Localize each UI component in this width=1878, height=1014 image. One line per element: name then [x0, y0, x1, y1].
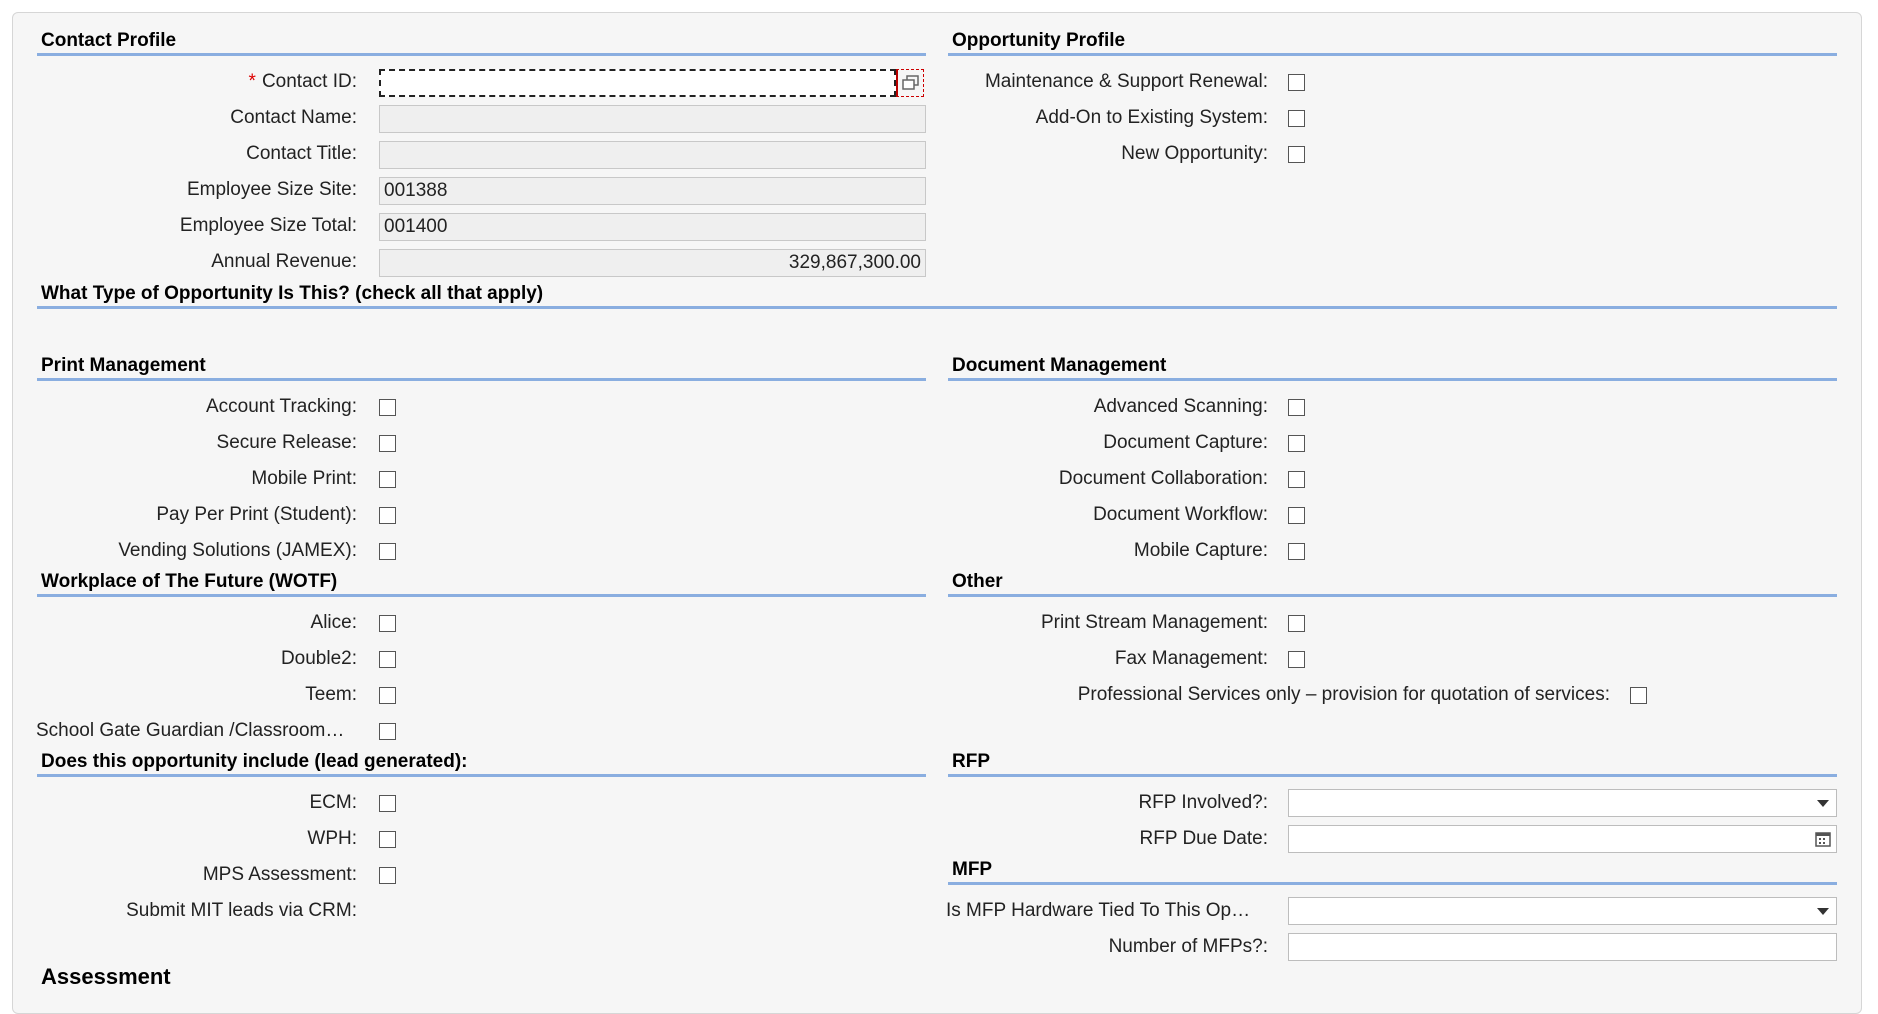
number-of-mfps-input[interactable]: [1288, 933, 1837, 961]
mfp-divider: [948, 882, 1837, 885]
fax-management-checkbox[interactable]: [1288, 651, 1305, 668]
other-title: Other: [952, 571, 1003, 592]
document-management-title: Document Management: [952, 355, 1167, 376]
mobile-capture-checkbox[interactable]: [1288, 543, 1305, 560]
value-help-button[interactable]: [896, 69, 924, 97]
rfp-involved-select[interactable]: [1288, 789, 1837, 817]
document-management-divider: [948, 378, 1837, 381]
double2-checkbox[interactable]: [379, 651, 396, 668]
wotf-divider: [37, 594, 926, 597]
mps-assessment-checkbox[interactable]: [379, 867, 396, 884]
document-capture-label: Document Capture:: [1103, 432, 1268, 453]
print-management-title: Print Management: [41, 355, 206, 376]
document-capture-checkbox[interactable]: [1288, 435, 1305, 452]
contact-profile-title: Contact Profile: [41, 30, 177, 51]
new-opportunity-label: New Opportunity:: [1121, 143, 1268, 164]
professional-services-label: Professional Services only – provision f…: [1077, 684, 1610, 705]
other-divider: [948, 594, 1837, 597]
print-management-divider: [37, 378, 926, 381]
opportunity-type-divider: [37, 306, 1837, 309]
lead-generated-divider: [37, 774, 926, 777]
opportunity-type-title: What Type of Opportunity Is This? (check…: [41, 283, 544, 304]
wotf-title: Workplace of The Future (WOTF): [41, 571, 338, 592]
opportunity-profile-divider: [948, 53, 1837, 56]
new-opportunity-checkbox[interactable]: [1288, 146, 1305, 163]
rfp-involved-dropdown-button[interactable]: [1809, 789, 1837, 817]
required-mark: *: [248, 71, 256, 92]
contact-name-label: Contact Name:: [230, 107, 357, 128]
rfp-due-date-label: RFP Due Date:: [1139, 828, 1268, 849]
document-workflow-label: Document Workflow:: [1093, 504, 1268, 525]
annual-revenue-label: Annual Revenue:: [211, 251, 357, 272]
employee-size-total-field: 001400: [379, 213, 926, 241]
ecm-label: ECM:: [309, 792, 358, 813]
vending-solutions-label: Vending Solutions (JAMEX):: [118, 540, 357, 561]
mobile-capture-label: Mobile Capture:: [1133, 540, 1268, 561]
ecm-checkbox[interactable]: [379, 795, 396, 812]
print-stream-checkbox[interactable]: [1288, 615, 1305, 632]
employee-size-total-label: Employee Size Total:: [179, 215, 357, 236]
contact-id-label-text: Contact ID:: [261, 71, 357, 92]
document-collaboration-checkbox[interactable]: [1288, 471, 1305, 488]
pay-per-print-checkbox[interactable]: [379, 507, 396, 524]
document-workflow-checkbox[interactable]: [1288, 507, 1305, 524]
wph-checkbox[interactable]: [379, 831, 396, 848]
employee-size-site-label: Employee Size Site:: [186, 179, 357, 200]
double2-label: Double2:: [280, 648, 357, 669]
employee-size-site-field: 001388: [379, 177, 926, 205]
rfp-divider: [948, 774, 1837, 777]
secure-release-checkbox[interactable]: [379, 435, 396, 452]
contact-title-field: [379, 141, 926, 169]
alice-label: Alice:: [310, 612, 357, 633]
professional-services-checkbox[interactable]: [1630, 687, 1647, 704]
value-help-icon: [901, 75, 919, 90]
contact-profile-divider: [37, 53, 926, 56]
advanced-scanning-checkbox[interactable]: [1288, 399, 1305, 416]
chevron-down-icon: [1817, 908, 1829, 915]
rfp-involved-label: RFP Involved?:: [1138, 792, 1268, 813]
mfp-hardware-tied-dropdown-button[interactable]: [1809, 897, 1837, 925]
rfp-title: RFP: [952, 751, 990, 772]
mfp-title: MFP: [952, 859, 993, 880]
opportunity-profile-title: Opportunity Profile: [952, 30, 1126, 51]
addon-existing-checkbox[interactable]: [1288, 110, 1305, 127]
wph-label: WPH:: [307, 828, 357, 849]
school-gate-guardian-checkbox[interactable]: [379, 723, 396, 740]
maintenance-renewal-checkbox[interactable]: [1288, 74, 1305, 91]
document-collaboration-label: Document Collaboration:: [1058, 468, 1268, 489]
chevron-down-icon: [1817, 800, 1829, 807]
number-of-mfps-label: Number of MFPs?:: [1108, 936, 1268, 957]
mobile-print-label: Mobile Print:: [251, 468, 357, 489]
school-gate-guardian-label: School Gate Guardian /Classroom…: [36, 720, 345, 741]
mfp-hardware-tied-select[interactable]: [1288, 897, 1837, 925]
rfp-due-date-input[interactable]: [1288, 825, 1837, 853]
alice-checkbox[interactable]: [379, 615, 396, 632]
calendar-icon: [1815, 832, 1831, 847]
advanced-scanning-label: Advanced Scanning:: [1093, 396, 1268, 417]
contact-name-field: [379, 105, 926, 133]
maintenance-renewal-label: Maintenance & Support Renewal:: [984, 71, 1268, 92]
teem-checkbox[interactable]: [379, 687, 396, 704]
contact-id-input[interactable]: [379, 69, 896, 97]
print-stream-label: Print Stream Management:: [1040, 612, 1268, 633]
assessment-title-partial: Assessment: [41, 964, 171, 989]
submit-mit-leads-label: Submit MIT leads via CRM:: [126, 900, 357, 921]
contact-title-label: Contact Title:: [246, 143, 357, 164]
mobile-print-checkbox[interactable]: [379, 471, 396, 488]
mps-assessment-label: MPS Assessment:: [202, 864, 357, 885]
mfp-hardware-tied-label: Is MFP Hardware Tied To This Op…: [946, 900, 1251, 921]
annual-revenue-field: 329,867,300.00: [379, 249, 926, 277]
date-picker-button[interactable]: [1809, 825, 1837, 853]
teem-label: Teem:: [305, 684, 357, 705]
account-tracking-checkbox[interactable]: [379, 399, 396, 416]
addon-existing-label: Add-On to Existing System:: [1035, 107, 1268, 128]
fax-management-label: Fax Management:: [1114, 648, 1268, 669]
contact-id-label: * Contact ID:: [40, 71, 357, 93]
lead-generated-title: Does this opportunity include (lead gene…: [41, 751, 468, 772]
vending-solutions-checkbox[interactable]: [379, 543, 396, 560]
pay-per-print-label: Pay Per Print (Student):: [156, 504, 357, 525]
secure-release-label: Secure Release:: [216, 432, 357, 453]
account-tracking-label: Account Tracking:: [205, 396, 357, 417]
